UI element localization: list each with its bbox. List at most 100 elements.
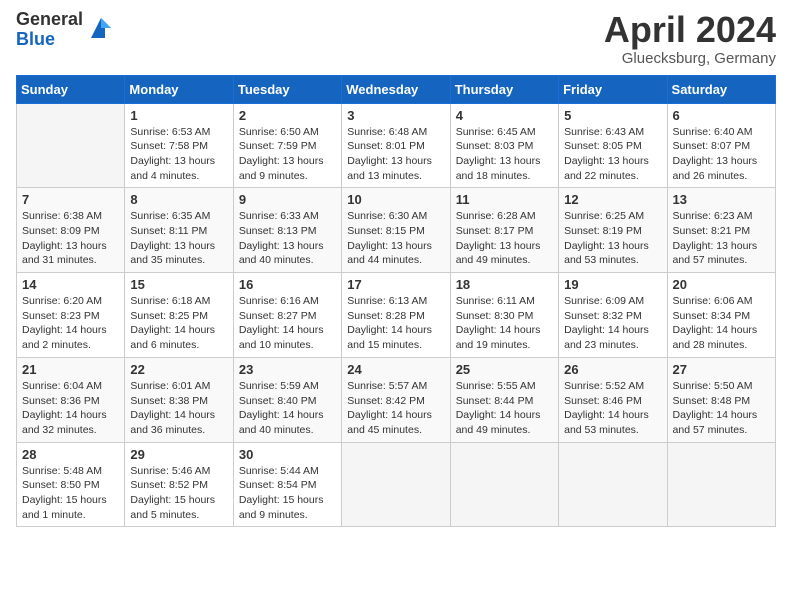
calendar-cell: 14 Sunrise: 6:20 AMSunset: 8:23 PMDayligh… bbox=[17, 273, 125, 358]
calendar-cell: 1 Sunrise: 6:53 AMSunset: 7:58 PMDaylight… bbox=[125, 103, 233, 188]
day-info: Sunrise: 5:46 AMSunset: 8:52 PMDaylight:… bbox=[130, 464, 227, 523]
day-info: Sunrise: 6:16 AMSunset: 8:27 PMDaylight:… bbox=[239, 294, 336, 353]
calendar-cell bbox=[667, 442, 775, 527]
day-number: 15 bbox=[130, 277, 227, 292]
day-info: Sunrise: 6:48 AMSunset: 8:01 PMDaylight:… bbox=[347, 125, 444, 184]
location: Gluecksburg, Germany bbox=[604, 50, 776, 67]
day-info: Sunrise: 5:44 AMSunset: 8:54 PMDaylight:… bbox=[239, 464, 336, 523]
day-number: 21 bbox=[22, 362, 119, 377]
day-number: 8 bbox=[130, 192, 227, 207]
day-info: Sunrise: 6:13 AMSunset: 8:28 PMDaylight:… bbox=[347, 294, 444, 353]
day-info: Sunrise: 6:11 AMSunset: 8:30 PMDaylight:… bbox=[456, 294, 553, 353]
day-info: Sunrise: 6:18 AMSunset: 8:25 PMDaylight:… bbox=[130, 294, 227, 353]
day-info: Sunrise: 6:04 AMSunset: 8:36 PMDaylight:… bbox=[22, 379, 119, 438]
day-number: 24 bbox=[347, 362, 444, 377]
calendar-header-tuesday: Tuesday bbox=[233, 75, 341, 103]
day-number: 14 bbox=[22, 277, 119, 292]
day-number: 28 bbox=[22, 447, 119, 462]
day-info: Sunrise: 6:50 AMSunset: 7:59 PMDaylight:… bbox=[239, 125, 336, 184]
calendar-cell: 22 Sunrise: 6:01 AMSunset: 8:38 PMDayligh… bbox=[125, 357, 233, 442]
calendar-cell: 20 Sunrise: 6:06 AMSunset: 8:34 PMDayligh… bbox=[667, 273, 775, 358]
calendar-cell: 19 Sunrise: 6:09 AMSunset: 8:32 PMDayligh… bbox=[559, 273, 667, 358]
calendar-cell: 26Sunrise: 5:52 AMSunset: 8:46 PMDayligh… bbox=[559, 357, 667, 442]
day-info: Sunrise: 6:25 AMSunset: 8:19 PMDaylight:… bbox=[564, 209, 661, 268]
day-number: 12 bbox=[564, 192, 661, 207]
day-number: 30 bbox=[239, 447, 336, 462]
day-number: 11 bbox=[456, 192, 553, 207]
day-info: Sunrise: 6:45 AMSunset: 8:03 PMDaylight:… bbox=[456, 125, 553, 184]
month-title: April 2024 bbox=[604, 10, 776, 50]
day-info: Sunrise: 6:20 AMSunset: 8:23 PMDaylight:… bbox=[22, 294, 119, 353]
day-number: 4 bbox=[456, 108, 553, 123]
day-info: Sunrise: 5:48 AMSunset: 8:50 PMDaylight:… bbox=[22, 464, 119, 523]
day-number: 16 bbox=[239, 277, 336, 292]
day-info: Sunrise: 6:06 AMSunset: 8:34 PMDaylight:… bbox=[673, 294, 770, 353]
calendar-header-thursday: Thursday bbox=[450, 75, 558, 103]
day-info: Sunrise: 6:23 AMSunset: 8:21 PMDaylight:… bbox=[673, 209, 770, 268]
day-number: 1 bbox=[130, 108, 227, 123]
day-info: Sunrise: 6:30 AMSunset: 8:15 PMDaylight:… bbox=[347, 209, 444, 268]
day-number: 10 bbox=[347, 192, 444, 207]
calendar-cell: 24 Sunrise: 5:57 AMSunset: 8:42 PMDayligh… bbox=[342, 357, 450, 442]
day-info: Sunrise: 5:59 AMSunset: 8:40 PMDaylight:… bbox=[239, 379, 336, 438]
calendar-cell: 27 Sunrise: 5:50 AMSunset: 8:48 PMDayligh… bbox=[667, 357, 775, 442]
calendar-week-row: 14 Sunrise: 6:20 AMSunset: 8:23 PMDayligh… bbox=[17, 273, 776, 358]
day-number: 9 bbox=[239, 192, 336, 207]
calendar-cell bbox=[450, 442, 558, 527]
day-number: 13 bbox=[673, 192, 770, 207]
day-info: Sunrise: 6:01 AMSunset: 8:38 PMDaylight:… bbox=[130, 379, 227, 438]
logo-icon bbox=[87, 14, 115, 42]
calendar-cell: 28 Sunrise: 5:48 AMSunset: 8:50 PMDayligh… bbox=[17, 442, 125, 527]
logo: General Blue bbox=[16, 10, 115, 50]
calendar-cell: 11Sunrise: 6:28 AMSunset: 8:17 PMDayligh… bbox=[450, 188, 558, 273]
day-number: 3 bbox=[347, 108, 444, 123]
calendar-cell: 17Sunrise: 6:13 AMSunset: 8:28 PMDayligh… bbox=[342, 273, 450, 358]
day-number: 18 bbox=[456, 277, 553, 292]
calendar-cell: 4 Sunrise: 6:45 AMSunset: 8:03 PMDaylight… bbox=[450, 103, 558, 188]
calendar-header-row: SundayMondayTuesdayWednesdayThursdayFrid… bbox=[17, 75, 776, 103]
calendar-header-friday: Friday bbox=[559, 75, 667, 103]
logo-blue: Blue bbox=[16, 30, 83, 50]
header: General Blue April 2024 Gluecksburg, Ger… bbox=[16, 10, 776, 67]
day-number: 5 bbox=[564, 108, 661, 123]
calendar-cell bbox=[559, 442, 667, 527]
day-info: Sunrise: 5:57 AMSunset: 8:42 PMDaylight:… bbox=[347, 379, 444, 438]
day-info: Sunrise: 6:43 AMSunset: 8:05 PMDaylight:… bbox=[564, 125, 661, 184]
calendar-cell: 15 Sunrise: 6:18 AMSunset: 8:25 PMDayligh… bbox=[125, 273, 233, 358]
calendar-cell: 16 Sunrise: 6:16 AMSunset: 8:27 PMDayligh… bbox=[233, 273, 341, 358]
day-number: 22 bbox=[130, 362, 227, 377]
day-number: 29 bbox=[130, 447, 227, 462]
logo-text: General Blue bbox=[16, 10, 83, 50]
calendar-cell: 30 Sunrise: 5:44 AMSunset: 8:54 PMDayligh… bbox=[233, 442, 341, 527]
day-number: 2 bbox=[239, 108, 336, 123]
day-number: 27 bbox=[673, 362, 770, 377]
day-info: Sunrise: 6:38 AMSunset: 8:09 PMDaylight:… bbox=[22, 209, 119, 268]
calendar-cell: 21 Sunrise: 6:04 AMSunset: 8:36 PMDayligh… bbox=[17, 357, 125, 442]
calendar-cell: 18 Sunrise: 6:11 AMSunset: 8:30 PMDayligh… bbox=[450, 273, 558, 358]
day-number: 23 bbox=[239, 362, 336, 377]
calendar-cell: 7Sunrise: 6:38 AMSunset: 8:09 PMDaylight… bbox=[17, 188, 125, 273]
day-info: Sunrise: 6:40 AMSunset: 8:07 PMDaylight:… bbox=[673, 125, 770, 184]
calendar-week-row: 1 Sunrise: 6:53 AMSunset: 7:58 PMDaylight… bbox=[17, 103, 776, 188]
day-number: 6 bbox=[673, 108, 770, 123]
day-info: Sunrise: 6:53 AMSunset: 7:58 PMDaylight:… bbox=[130, 125, 227, 184]
calendar-week-row: 21 Sunrise: 6:04 AMSunset: 8:36 PMDayligh… bbox=[17, 357, 776, 442]
day-number: 20 bbox=[673, 277, 770, 292]
day-info: Sunrise: 5:55 AMSunset: 8:44 PMDaylight:… bbox=[456, 379, 553, 438]
day-info: Sunrise: 5:52 AMSunset: 8:46 PMDaylight:… bbox=[564, 379, 661, 438]
day-number: 19 bbox=[564, 277, 661, 292]
title-block: April 2024 Gluecksburg, Germany bbox=[604, 10, 776, 67]
day-info: Sunrise: 5:50 AMSunset: 8:48 PMDaylight:… bbox=[673, 379, 770, 438]
page: General Blue April 2024 Gluecksburg, Ger… bbox=[0, 0, 792, 543]
day-info: Sunrise: 6:09 AMSunset: 8:32 PMDaylight:… bbox=[564, 294, 661, 353]
day-number: 25 bbox=[456, 362, 553, 377]
day-info: Sunrise: 6:33 AMSunset: 8:13 PMDaylight:… bbox=[239, 209, 336, 268]
day-info: Sunrise: 6:35 AMSunset: 8:11 PMDaylight:… bbox=[130, 209, 227, 268]
calendar-cell bbox=[17, 103, 125, 188]
calendar-cell bbox=[342, 442, 450, 527]
calendar-cell: 10 Sunrise: 6:30 AMSunset: 8:15 PMDayligh… bbox=[342, 188, 450, 273]
logo-general: General bbox=[16, 10, 83, 30]
calendar-week-row: 28 Sunrise: 5:48 AMSunset: 8:50 PMDayligh… bbox=[17, 442, 776, 527]
calendar-header-wednesday: Wednesday bbox=[342, 75, 450, 103]
calendar-cell: 23 Sunrise: 5:59 AMSunset: 8:40 PMDayligh… bbox=[233, 357, 341, 442]
